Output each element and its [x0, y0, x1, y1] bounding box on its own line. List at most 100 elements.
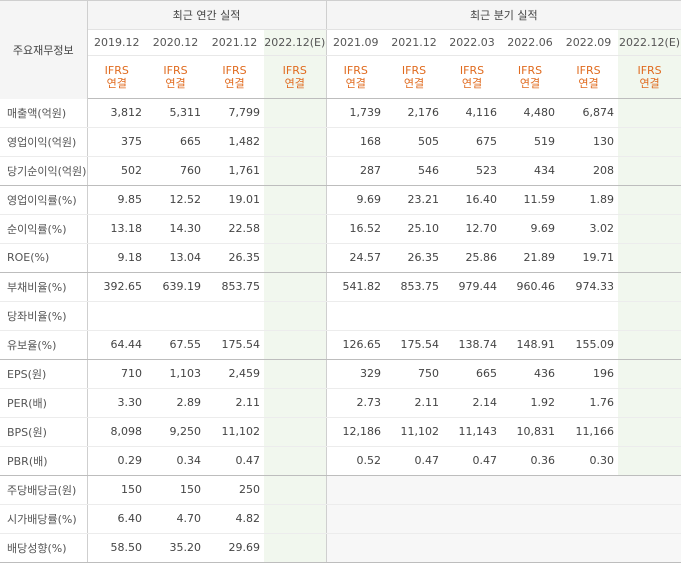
- annual-value-cell: 7,799: [205, 98, 264, 128]
- table-row: 부채비율(%) 392.65 639.19 853.75 541.82 853.75 979…: [0, 272, 682, 302]
- row-label: BPS(원): [0, 417, 88, 447]
- row-label: 순이익률(%): [0, 214, 88, 244]
- accounting-standard-label: IFRS 연결: [443, 55, 502, 99]
- accounting-standard-label: IFRS 연결: [559, 55, 619, 99]
- quarterly-group-header: 최근 분기 실적: [325, 0, 682, 30]
- accounting-ifrs-text: IFRS: [163, 64, 188, 77]
- annual-value-cell: [146, 301, 205, 331]
- accounting-standard-label: IFRS 연결: [205, 55, 264, 99]
- quarterly-value-cell: 10,831: [501, 417, 560, 447]
- quarterly-value-cell: 9.69: [325, 185, 386, 215]
- accounting-consolidated-text: 연결: [345, 77, 366, 90]
- table-row: 당기순이익(억원) 502 760 1,761 287 546 523 434 208: [0, 156, 682, 186]
- period-header: 2021.12: [385, 29, 444, 56]
- annual-value-cell: 4.70: [146, 504, 205, 534]
- annual-value-cell: 5,311: [146, 98, 205, 128]
- annual-value-cell: 3.30: [87, 388, 146, 418]
- quarterly-value-cell: [443, 504, 502, 534]
- quarterly-value-cell: [618, 475, 682, 505]
- row-label: 주당배당금(원): [0, 475, 88, 505]
- quarterly-value-cell: [559, 533, 619, 563]
- period-header: 2022.06: [501, 29, 560, 56]
- annual-value-cell: [264, 127, 327, 157]
- quarterly-value-cell: 196: [559, 359, 619, 389]
- annual-value-cell: [264, 417, 327, 447]
- quarterly-value-cell: 2.14: [443, 388, 502, 418]
- annual-value-cell: 1,103: [146, 359, 205, 389]
- annual-value-cell: 250: [205, 475, 264, 505]
- quarterly-value-cell: 175.54: [385, 330, 444, 360]
- annual-value-cell: 665: [146, 127, 205, 157]
- annual-value-cell: 14.30: [146, 214, 205, 244]
- quarterly-value-cell: 3.02: [559, 214, 619, 244]
- accounting-ifrs-text: IFRS: [282, 64, 307, 77]
- annual-value-cell: 35.20: [146, 533, 205, 563]
- annual-value-cell: [264, 504, 327, 534]
- quarterly-value-cell: 26.35: [385, 243, 444, 273]
- annual-value-cell: 710: [87, 359, 146, 389]
- quarterly-value-cell: [385, 533, 444, 563]
- accounting-ifrs-text: IFRS: [222, 64, 247, 77]
- annual-value-cell: 11,102: [205, 417, 264, 447]
- accounting-ifrs-text: IFRS: [517, 64, 543, 77]
- table-row: ROE(%) 9.18 13.04 26.35 24.57 26.35 25.86 21.89…: [0, 243, 682, 273]
- accounting-standard-label: IFRS 연결: [325, 55, 386, 99]
- quarterly-value-cell: [618, 504, 682, 534]
- annual-value-cell: [264, 301, 327, 331]
- quarterly-value-cell: 1.76: [559, 388, 619, 418]
- period-header: 2021.09: [325, 29, 386, 56]
- quarterly-value-cell: 11,166: [559, 417, 619, 447]
- row-label: 영업이익률(%): [0, 185, 88, 215]
- row-label: 영업이익(억원): [0, 127, 88, 157]
- quarterly-value-cell: [618, 127, 682, 157]
- quarterly-value-cell: 1.89: [559, 185, 619, 215]
- annual-value-cell: 392.65: [87, 272, 146, 302]
- quarterly-value-cell: 329: [325, 359, 386, 389]
- quarterly-value-cell: [385, 475, 444, 505]
- annual-value-cell: [264, 185, 327, 215]
- accounting-consolidated-text: 연결: [519, 77, 541, 90]
- period-header-estimate: 2022.12(E): [264, 29, 327, 56]
- annual-value-cell: 760: [146, 156, 205, 186]
- annual-value-cell: 150: [146, 475, 205, 505]
- annual-value-cell: 175.54: [205, 330, 264, 360]
- quarterly-value-cell: [618, 446, 682, 476]
- annual-value-cell: 58.50: [87, 533, 146, 563]
- annual-value-cell: 1,761: [205, 156, 264, 186]
- quarterly-value-cell: [618, 185, 682, 215]
- table-row: PBR(배) 0.29 0.34 0.47 0.52 0.47 0.47 0.36 0.30: [0, 446, 682, 476]
- header-accounting-row: IFRS 연결 IFRS 연결 IFRS 연결 IFRS 연결 IFRS 연결 IFRS 연결 IFRS…: [0, 55, 682, 99]
- accounting-ifrs-text: IFRS: [104, 64, 129, 77]
- quarterly-value-cell: [385, 301, 444, 331]
- quarterly-value-cell: 546: [385, 156, 444, 186]
- accounting-standard-label: IFRS 연결: [618, 55, 682, 99]
- annual-value-cell: 3,812: [87, 98, 146, 128]
- quarterly-value-cell: 434: [501, 156, 560, 186]
- quarterly-value-cell: 960.46: [501, 272, 560, 302]
- quarterly-value-cell: 0.47: [443, 446, 502, 476]
- table-row: 영업이익(억원) 375 665 1,482 168 505 675 519 130: [0, 127, 682, 157]
- quarterly-value-cell: 0.30: [559, 446, 619, 476]
- quarterly-value-cell: [325, 475, 386, 505]
- annual-value-cell: [205, 301, 264, 331]
- annual-value-cell: 12.52: [146, 185, 205, 215]
- quarterly-value-cell: 519: [501, 127, 560, 157]
- quarterly-value-cell: 148.91: [501, 330, 560, 360]
- quarterly-value-cell: [443, 475, 502, 505]
- annual-value-cell: 9.18: [87, 243, 146, 273]
- row-label: 배당성향(%): [0, 533, 88, 563]
- annual-value-cell: 19.01: [205, 185, 264, 215]
- quarterly-value-cell: [501, 475, 560, 505]
- annual-value-cell: 67.55: [146, 330, 205, 360]
- quarterly-value-cell: 21.89: [501, 243, 560, 273]
- period-header: 2020.12: [146, 29, 205, 56]
- table-row: EPS(원) 710 1,103 2,459 329 750 665 436 196: [0, 359, 682, 389]
- accounting-ifrs-text: IFRS: [637, 64, 662, 77]
- annual-value-cell: [264, 475, 327, 505]
- accounting-standard-label: IFRS 연결: [501, 55, 560, 99]
- row-label: 부채비율(%): [0, 272, 88, 302]
- quarterly-value-cell: 4,116: [443, 98, 502, 128]
- accounting-consolidated-text: 연결: [461, 77, 483, 90]
- annual-value-cell: 9.85: [87, 185, 146, 215]
- quarterly-value-cell: [618, 156, 682, 186]
